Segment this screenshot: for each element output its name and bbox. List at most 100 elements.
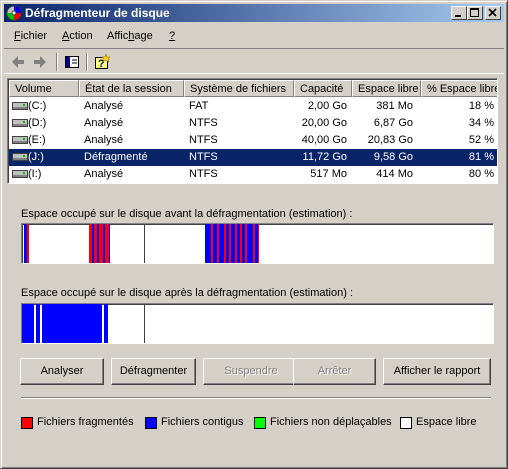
fragmented-block: [229, 224, 231, 263]
legend-label: Fichiers fragmentés: [37, 416, 134, 428]
legend-label: Fichiers contigus: [161, 416, 244, 428]
fragmented-block: [27, 224, 29, 263]
maximize-button[interactable]: [467, 6, 483, 20]
maximize-icon: [470, 8, 479, 17]
toolbar-separator: [56, 53, 58, 71]
defragment-button[interactable]: Défragmenter: [111, 358, 196, 385]
pause-button[interactable]: Suspendre: [203, 358, 299, 385]
fragmented-block: [253, 224, 255, 263]
stop-button[interactable]: Arrêter: [293, 358, 376, 385]
volume-pct: 81 %: [468, 151, 494, 163]
fragmented-block: [94, 224, 97, 263]
column-header-state[interactable]: État de la session: [79, 80, 184, 97]
toolbar-separator: [86, 53, 88, 71]
minimize-button[interactable]: [451, 6, 467, 20]
contiguous-block: [103, 224, 105, 263]
contiguous-block: [92, 224, 94, 263]
column-header-capacity[interactable]: Capacité: [294, 80, 352, 97]
volume-pct: 34 %: [468, 117, 494, 129]
legend-swatch: [400, 417, 412, 429]
title-bar[interactable]: Défragmenteur de disque: [4, 4, 504, 22]
contiguous-block: [242, 224, 245, 263]
volume-name: (I:): [28, 168, 42, 180]
legend-swatch: [254, 417, 266, 429]
volume-state: Analysé: [84, 117, 124, 129]
column-header-free[interactable]: Espace libre: [352, 80, 421, 97]
close-button[interactable]: [485, 6, 501, 20]
volume-row[interactable]: (C:) Analysé FAT 2,00 Go 381 Mo 18 %: [9, 98, 497, 115]
contiguous-block: [231, 224, 235, 263]
fragmented-block: [211, 224, 213, 263]
defrag-window: Défragmenteur de disque Fichier Action A…: [0, 0, 508, 469]
contiguous-block: [144, 224, 145, 263]
volume-capacity: 11,72 Go: [302, 151, 347, 163]
volume-fs: NTFS: [189, 151, 218, 163]
contiguous-block: [219, 224, 224, 263]
fragmented-block: [99, 224, 103, 263]
volume-free: 9,58 Go: [373, 151, 413, 163]
menu-bar: Fichier Action Affichage ?: [5, 27, 503, 45]
contiguous-block: [144, 304, 145, 343]
contiguous-block: [24, 224, 27, 263]
fragmented-block: [240, 224, 242, 263]
column-header-filesystem[interactable]: Système de fichiers: [184, 80, 294, 97]
volume-name: (D:): [28, 117, 47, 129]
volume-row[interactable]: (D:) Analysé NTFS 20,00 Go 6,87 Go 34 %: [9, 115, 497, 132]
volume-free: 6,87 Go: [373, 117, 413, 129]
column-header-volume[interactable]: Volume: [9, 80, 79, 97]
volume-fs: NTFS: [189, 134, 218, 146]
fragmented-block: [89, 224, 92, 263]
hard-drive-icon: [12, 170, 28, 178]
contiguous-block: [213, 224, 217, 263]
contiguous-block: [22, 304, 34, 343]
before-map-label: Espace occupé sur le disque avant la déf…: [21, 208, 353, 220]
menu-action[interactable]: Action: [62, 30, 93, 42]
legend-divider: [21, 397, 491, 399]
hard-drive-icon: [12, 136, 28, 144]
volume-free: 414 Mo: [376, 168, 413, 180]
after-map-graphic: [22, 304, 145, 343]
volume-fs: NTFS: [189, 168, 218, 180]
column-header-pct-free[interactable]: % Espace libre: [421, 80, 497, 97]
contiguous-block: [97, 224, 99, 263]
volume-list[interactable]: Volume État de la session Système de fic…: [7, 78, 498, 184]
fragmented-block: [258, 224, 259, 263]
hard-drive-icon: [12, 102, 28, 110]
minimize-icon: [455, 15, 461, 17]
volume-state: Défragmenté: [84, 151, 148, 163]
menu-affichage[interactable]: Affichage: [107, 30, 153, 42]
volume-capacity: 20,00 Go: [301, 117, 347, 129]
volume-free: 20,83 Go: [367, 134, 413, 146]
menu-fichier[interactable]: Fichier: [14, 30, 47, 42]
defrag-app-icon: [6, 5, 22, 21]
legend-swatch: [21, 417, 33, 429]
forward-arrow-icon[interactable]: [30, 52, 50, 72]
hard-drive-icon: [12, 153, 28, 161]
legend-label: Espace libre: [416, 416, 477, 428]
volume-fs: FAT: [189, 100, 209, 112]
volume-row[interactable]: (E:) Analysé NTFS 40,00 Go 20,83 Go 52 %: [9, 132, 497, 149]
volume-pct: 80 %: [468, 168, 494, 180]
legend-swatch: [145, 417, 157, 429]
contiguous-block: [226, 224, 229, 263]
fragmented-block: [224, 224, 226, 263]
contiguous-block: [205, 224, 211, 263]
contiguous-block: [42, 304, 102, 343]
fragmented-block: [217, 224, 219, 263]
contiguous-block: [109, 224, 110, 263]
legend-label: Fichiers non déplaçables: [270, 416, 392, 428]
volume-row[interactable]: (I:) Analysé NTFS 517 Mo 414 Mo 80 %: [9, 166, 497, 183]
show-hide-console-tree-icon[interactable]: [62, 52, 82, 72]
volume-row[interactable]: (J:) Défragmenté NTFS 11,72 Go 9,58 Go 81 %: [9, 149, 497, 166]
help-icon[interactable]: ?: [92, 52, 112, 72]
before-map-graphic: [24, 224, 259, 263]
volume-name: (J:): [28, 151, 44, 163]
analyze-button[interactable]: Analyser: [20, 358, 104, 385]
contiguous-block: [237, 224, 240, 263]
hard-drive-icon: [12, 119, 28, 127]
report-button[interactable]: Afficher le rapport: [383, 358, 491, 385]
back-arrow-icon[interactable]: [8, 52, 28, 72]
after-disk-map: [21, 303, 494, 344]
menu-help[interactable]: ?: [169, 30, 175, 42]
volume-state: Analysé: [84, 100, 124, 112]
